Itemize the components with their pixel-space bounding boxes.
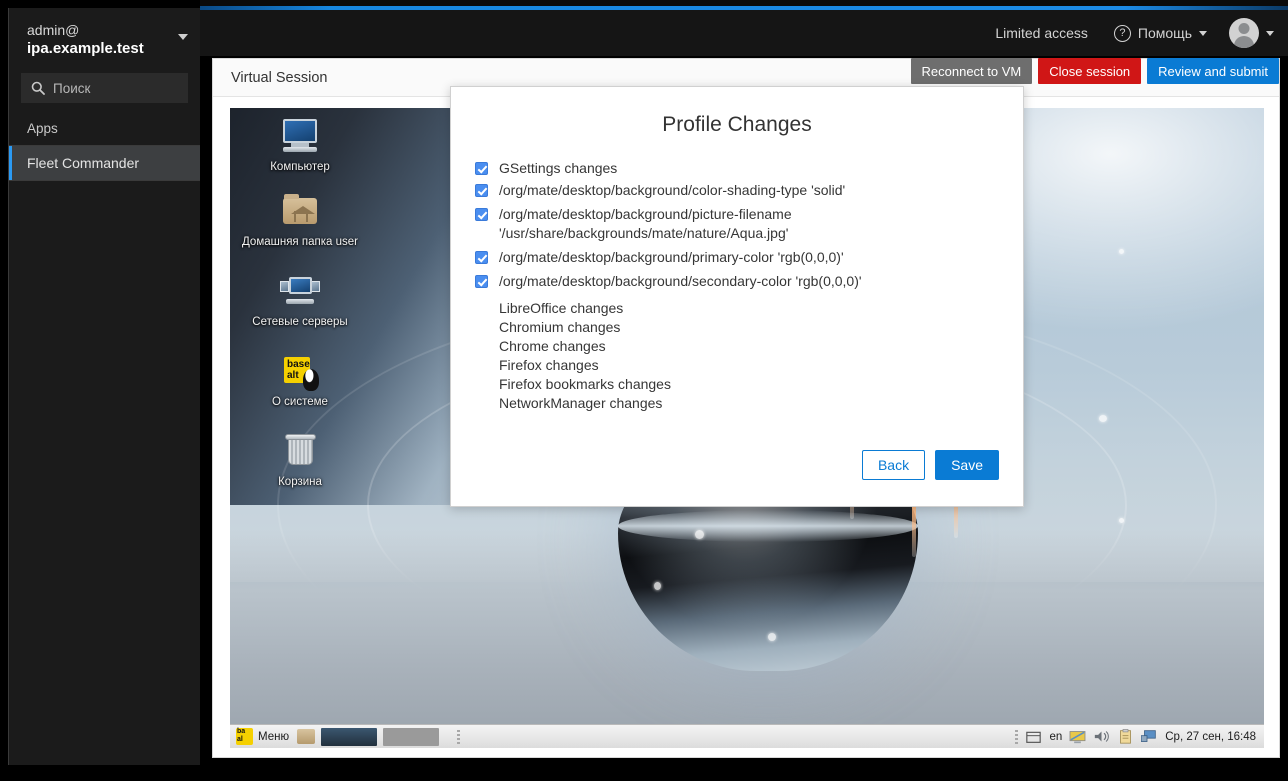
dialog-actions: Back Save <box>862 450 999 480</box>
chevron-down-icon <box>1199 31 1207 36</box>
masthead: Limited access ? Помощь <box>200 10 1288 56</box>
plain-change-item: Chromium changes <box>475 318 999 337</box>
checkbox-checked-icon[interactable] <box>475 275 488 288</box>
profile-changes-dialog: Profile Changes GSettings changes /org/m… <box>450 86 1024 507</box>
basealt-menu-icon: baal <box>236 728 253 745</box>
plain-change-item: Firefox changes <box>475 356 999 375</box>
file-manager-icon[interactable] <box>297 729 315 744</box>
display-icon[interactable] <box>1069 729 1086 744</box>
dialog-body: GSettings changes /org/mate/desktop/back… <box>451 159 1023 413</box>
chevron-down-icon <box>1266 31 1274 36</box>
vm-taskbar: baal Меню en <box>230 724 1264 748</box>
desktop-icon-home-folder[interactable]: Домашняя папка user <box>240 193 360 249</box>
checkbox-checked-icon[interactable] <box>475 184 488 197</box>
change-label: /org/mate/desktop/background/secondary-c… <box>499 272 999 291</box>
close-session-button[interactable]: Close session <box>1038 58 1141 84</box>
checkbox-checked-icon[interactable] <box>475 162 488 175</box>
change-item[interactable]: /org/mate/desktop/background/secondary-c… <box>475 272 999 291</box>
desktop-icon-trash[interactable]: Корзина <box>240 433 360 489</box>
change-item[interactable]: GSettings changes <box>475 159 999 178</box>
avatar <box>1229 18 1259 48</box>
back-button[interactable]: Back <box>862 450 925 480</box>
sidebar-item-fleet-commander[interactable]: Fleet Commander <box>9 146 200 180</box>
change-label: /org/mate/desktop/background/color-shadi… <box>499 181 999 200</box>
change-item[interactable]: /org/mate/desktop/background/primary-col… <box>475 248 999 267</box>
checkbox-checked-icon[interactable] <box>475 208 488 221</box>
taskbar-window-1[interactable] <box>321 728 377 746</box>
dialog-title: Profile Changes <box>451 87 1023 159</box>
search-input[interactable] <box>53 81 178 96</box>
desktop-icon-label: Корзина <box>278 476 322 489</box>
sidebar-divider <box>9 180 200 181</box>
desktop-icon-computer[interactable]: Компьютер <box>240 118 360 174</box>
trash-icon <box>280 433 320 471</box>
taskbar-grip[interactable] <box>457 730 460 744</box>
checkbox-checked-icon[interactable] <box>475 251 488 264</box>
limited-access-text: Limited access <box>995 25 1088 41</box>
desktop-icon-about-system[interactable]: basealt О системе <box>240 353 360 409</box>
home-folder-icon <box>280 193 320 231</box>
start-menu-button[interactable]: baal Меню <box>234 728 295 745</box>
change-label: GSettings changes <box>499 159 999 178</box>
desktop-icon-network-servers[interactable]: Сетевые серверы <box>240 273 360 329</box>
sidebar-user-name: admin@ <box>27 22 182 38</box>
change-item[interactable]: /org/mate/desktop/background/color-shadi… <box>475 181 999 200</box>
sidebar: admin@ ipa.example.test Apps Fleet Comma… <box>8 8 200 765</box>
sidebar-section-label: Apps <box>9 103 200 145</box>
desktop-icon-label: Компьютер <box>270 161 330 174</box>
help-menu[interactable]: ? Помощь <box>1114 25 1207 42</box>
plain-change-item: NetworkManager changes <box>475 394 999 413</box>
start-menu-label: Меню <box>258 731 289 743</box>
desktop-icon-label: О системе <box>272 396 328 409</box>
review-and-submit-button[interactable]: Review and submit <box>1147 58 1279 84</box>
change-label: /org/mate/desktop/background/primary-col… <box>499 248 999 267</box>
plain-changes-list: LibreOffice changes Chromium changes Chr… <box>475 299 999 413</box>
limited-access-label: Limited access <box>995 25 1088 41</box>
reconnect-to-vm-button[interactable]: Reconnect to VM <box>911 58 1033 84</box>
search-box[interactable] <box>21 73 188 103</box>
desktop-icon-label: Домашняя папка user <box>242 236 358 249</box>
plain-change-item: LibreOffice changes <box>475 299 999 318</box>
tray-grip[interactable] <box>1015 730 1018 744</box>
page-title: Virtual Session <box>231 70 327 86</box>
sidebar-user-host: ipa.example.test <box>27 40 182 57</box>
search-icon <box>31 81 45 95</box>
archive-icon[interactable] <box>1025 729 1042 744</box>
taskbar-window-2[interactable] <box>383 728 439 746</box>
user-menu[interactable] <box>1229 18 1274 48</box>
chevron-down-icon <box>178 34 188 40</box>
save-button[interactable]: Save <box>935 450 999 480</box>
app-root: Limited access ? Помощь admin@ ipa.examp… <box>0 0 1288 781</box>
desktop-icon-label: Сетевые серверы <box>252 316 347 329</box>
network-servers-icon <box>280 273 320 311</box>
sidebar-user-switcher[interactable]: admin@ ipa.example.test <box>9 8 200 69</box>
volume-icon[interactable] <box>1093 729 1110 744</box>
system-tray: en <box>1015 729 1260 744</box>
help-menu-label: Помощь <box>1138 25 1192 41</box>
toolbar-actions: Reconnect to VM Close session Review and… <box>905 58 1279 84</box>
question-circle-icon: ? <box>1114 25 1131 42</box>
computer-icon <box>280 118 320 156</box>
network-icon[interactable] <box>1141 729 1158 744</box>
plain-change-item: Firefox bookmarks changes <box>475 375 999 394</box>
change-label: /org/mate/desktop/background/picture-fil… <box>499 205 999 243</box>
sidebar-item-label: Fleet Commander <box>27 155 139 171</box>
sidebar-search-wrap <box>9 69 200 103</box>
taskbar-clock[interactable]: Ср, 27 сен, 16:48 <box>1165 731 1256 743</box>
clipboard-icon[interactable] <box>1117 729 1134 744</box>
keyboard-layout-indicator[interactable]: en <box>1049 731 1062 743</box>
change-item[interactable]: /org/mate/desktop/background/picture-fil… <box>475 205 999 243</box>
about-system-icon: basealt <box>280 353 320 391</box>
plain-change-item: Chrome changes <box>475 337 999 356</box>
